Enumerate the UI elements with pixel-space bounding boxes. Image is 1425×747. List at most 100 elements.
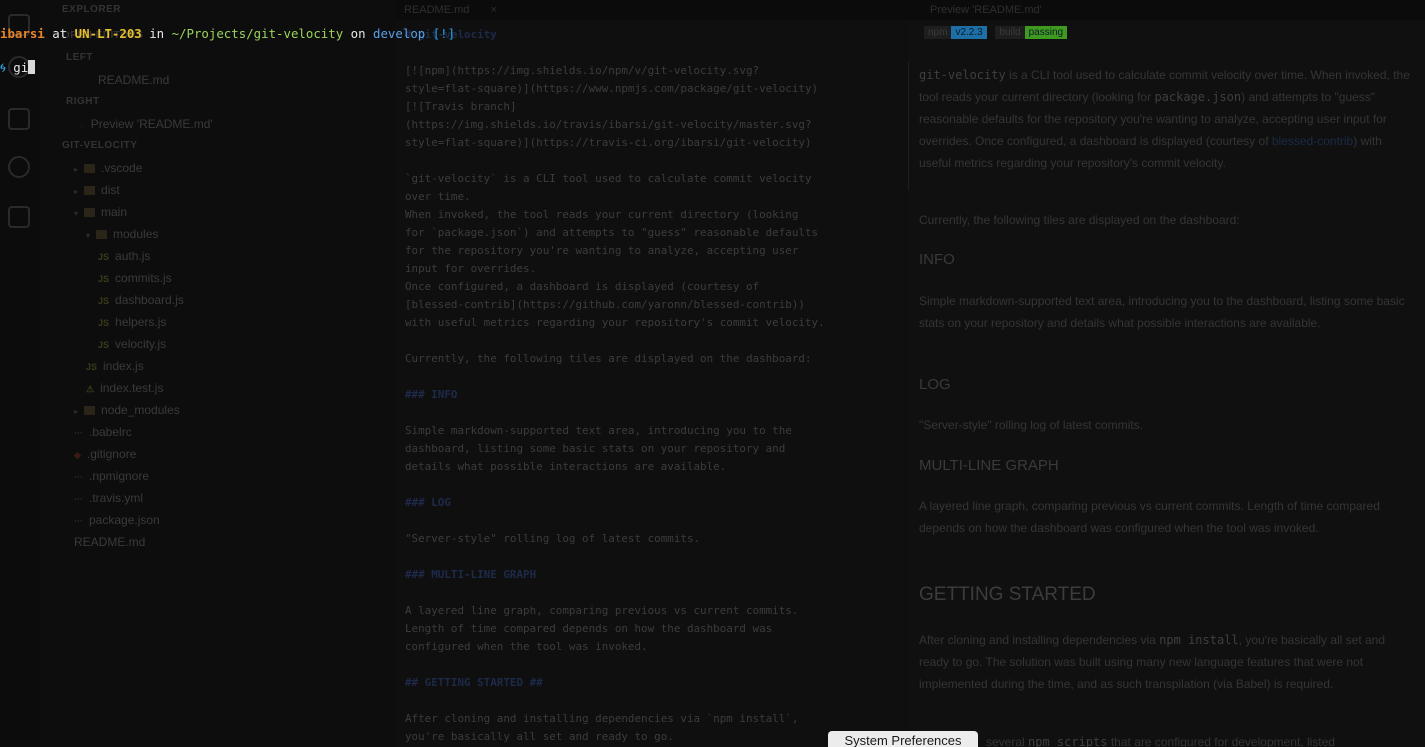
folder-icon [96, 230, 108, 240]
code-line: configured when the tool was invoked. [405, 640, 648, 653]
tree-item[interactable]: JS index.js [86, 356, 144, 376]
tree-item[interactable]: ⚠ index.test.js [86, 378, 163, 398]
folder-icon [84, 406, 96, 416]
chevron-icon: ▾ [74, 209, 79, 218]
tree-item-label: README.md [74, 535, 146, 549]
tree-item-label: auth.js [115, 249, 151, 263]
code-editor[interactable]: # git-velocity [![npm](https://img.shield… [405, 26, 905, 746]
chevron-icon: ▾ [86, 231, 91, 240]
js-file-icon: JS [98, 340, 110, 350]
code-line: When invoked, the tool reads your curren… [405, 208, 799, 221]
dock-tooltip: System Preferences [828, 731, 978, 747]
code-line: style=flat-square)](https://www.npmjs.co… [405, 82, 819, 95]
prompt-user: ibarsi [0, 26, 45, 41]
debug-icon[interactable] [8, 156, 30, 178]
code-line: "Server-style" rolling log of latest com… [405, 532, 701, 545]
code-line: dashboard, listing some basic stats on y… [405, 442, 786, 455]
tree-item-label: .npmignore [89, 469, 150, 483]
open-editor-preview[interactable]: ◌ Preview 'README.md' [80, 114, 213, 134]
tree-item[interactable]: ▸ node_modules [74, 400, 180, 420]
tree-item[interactable]: README.md [74, 532, 145, 552]
prompt-branch: develop [373, 26, 426, 41]
info-paragraph: Simple markdown-supported text area, int… [919, 294, 1405, 330]
preview-tabbar: Preview 'README.md' [908, 0, 1425, 20]
code-line: [![npm](https://img.shields.io/npm/v/git… [405, 64, 760, 77]
extensions-icon[interactable] [8, 206, 30, 228]
code-line: `git-velocity` is a CLI tool used to cal… [405, 172, 812, 185]
tree-item[interactable]: JS dashboard.js [98, 290, 184, 310]
tree-item[interactable]: ··· .npmignore [74, 466, 149, 486]
folder-icon [84, 164, 96, 174]
prompt-at: at [44, 26, 75, 41]
git-icon: ◆ [74, 450, 81, 460]
preview-icon: ◌ [80, 121, 85, 130]
source-control-icon[interactable] [8, 108, 30, 130]
code-line: Once configured, a dashboard is displaye… [405, 280, 760, 293]
tree-item-label: velocity.js [115, 337, 167, 351]
terminal-prompt[interactable]: ibarsi at UN-LT-203 in ~/Projects/git-ve… [0, 8, 460, 93]
log-heading: LOG [919, 376, 951, 393]
tree-item-label: .vscode [101, 161, 143, 175]
chevron-icon: ▸ [74, 165, 79, 174]
js-file-icon: JS [86, 362, 98, 372]
tree-item[interactable]: ◆ .gitignore [74, 444, 136, 464]
tree-item[interactable]: ··· package.json [74, 510, 160, 530]
code-line: [blessed-contrib](https://github.com/yar… [405, 298, 805, 311]
test-file-icon: ⚠ [86, 384, 95, 394]
build-badge-label[interactable]: build [995, 26, 1025, 39]
log-paragraph: "Server-style" rolling log of latest com… [919, 418, 1143, 432]
project-header[interactable]: GIT-VELOCITY [62, 136, 137, 156]
prompt-in: in [141, 26, 172, 41]
tree-item-label: modules [113, 227, 159, 241]
prompt-status: [!] [425, 26, 456, 41]
tree-item-label: main [101, 205, 128, 219]
tree-item-label: node_modules [101, 403, 180, 417]
code-line: Simple markdown-supported text area, int… [405, 424, 792, 437]
tree-item[interactable]: JS velocity.js [98, 334, 166, 354]
tree-item[interactable]: ··· .travis.yml [74, 488, 143, 508]
code-line: for the repository you're wanting to ana… [405, 244, 799, 257]
tree-item[interactable]: ▾ modules [86, 224, 158, 244]
intro-paragraph: git-velocity is a CLI tool used to calcu… [919, 68, 1410, 170]
build-badge-status[interactable]: passing [1024, 26, 1068, 39]
code-line: After cloning and installing dependencie… [405, 712, 799, 725]
graph-paragraph: A layered line graph, comparing previous… [919, 499, 1380, 535]
tree-item[interactable]: JS auth.js [98, 246, 150, 266]
config-file-icon: ··· [74, 494, 83, 504]
npm-badge-version[interactable]: v2.2.3 [951, 26, 987, 39]
blessed-contrib-link[interactable]: blessed-contrib [1272, 134, 1353, 148]
tree-item[interactable]: ▸ dist [74, 180, 120, 200]
right-group-label: RIGHT [66, 96, 100, 107]
tab-preview[interactable]: Preview 'README.md' [922, 0, 1122, 20]
tree-item[interactable]: ▾ main [74, 202, 127, 222]
getting-started-heading: GETTING STARTED [919, 584, 1096, 605]
tree-item[interactable]: ··· .babelrc [74, 422, 132, 442]
code-line: ### LOG [405, 496, 451, 509]
tree-item-label: package.json [89, 513, 160, 527]
tree-item[interactable]: ▸ .vscode [74, 158, 142, 178]
preview-pane: Preview 'README.md' npm v2.2.3 build passi… [908, 0, 1425, 747]
graph-heading: MULTI-LINE GRAPH [919, 457, 1059, 474]
tree-item-label: index.js [103, 359, 144, 373]
cyclone-icon: 🌀︎ [0, 60, 6, 75]
terminal-input[interactable]: gi [13, 60, 28, 75]
config-file-icon: ··· [74, 428, 83, 438]
config-file-icon: ··· [74, 472, 83, 482]
vscode-window: EXPLORER OPEN EDITORS LEFT README.md RIG… [0, 0, 1425, 747]
explorer-panel: EXPLORER OPEN EDITORS LEFT README.md RIG… [38, 0, 396, 747]
input-line[interactable]: 🌀︎ gi [0, 59, 460, 76]
npm-badge-label[interactable]: npm [924, 26, 952, 39]
tree-item[interactable]: JS helpers.js [98, 312, 166, 332]
close-icon[interactable]: × [490, 4, 496, 16]
code-line: A layered line graph, comparing previous… [405, 604, 799, 617]
code-line: Currently, the following tiles are displ… [405, 352, 812, 365]
chevron-icon: ▸ [74, 187, 79, 196]
tree-item[interactable]: JS commits.js [98, 268, 172, 288]
code-line: ### MULTI-LINE GRAPH [405, 568, 537, 581]
